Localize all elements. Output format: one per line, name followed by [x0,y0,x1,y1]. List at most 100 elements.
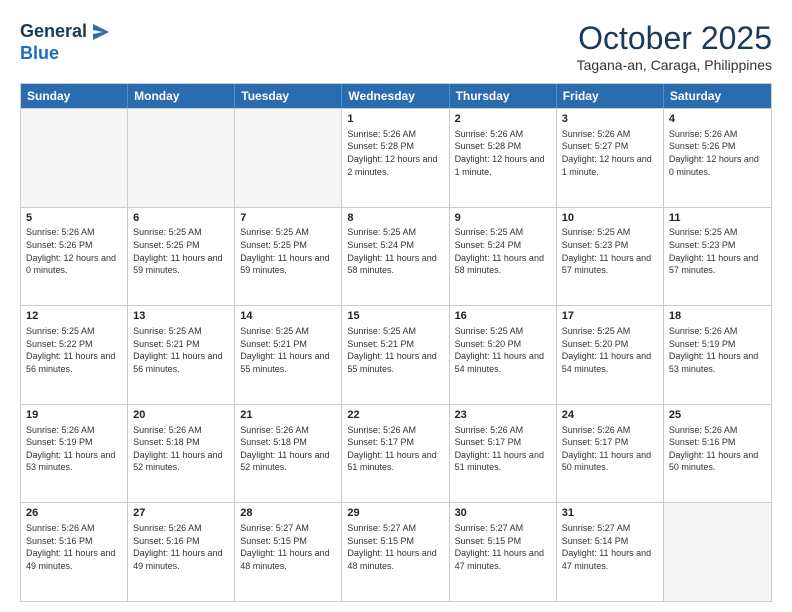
sunset-text: Sunset: 5:21 PM [347,338,443,351]
day-cell-28: 28Sunrise: 5:27 AMSunset: 5:15 PMDayligh… [235,503,342,601]
day-cell-10: 10Sunrise: 5:25 AMSunset: 5:23 PMDayligh… [557,208,664,306]
day-number: 15 [347,309,443,324]
sunset-text: Sunset: 5:17 PM [347,436,443,449]
logo-general: General [20,22,87,42]
sunrise-text: Sunrise: 5:25 AM [455,226,551,239]
sunset-text: Sunset: 5:25 PM [240,239,336,252]
daylight-text: Daylight: 11 hours and 53 minutes. [26,449,122,474]
sunrise-text: Sunrise: 5:25 AM [240,226,336,239]
day-number: 25 [669,408,766,423]
daylight-text: Daylight: 11 hours and 48 minutes. [347,547,443,572]
daylight-text: Daylight: 11 hours and 54 minutes. [455,350,551,375]
day-cell-3: 3Sunrise: 5:26 AMSunset: 5:27 PMDaylight… [557,109,664,207]
location: Tagana-an, Caraga, Philippines [577,57,772,73]
sunset-text: Sunset: 5:15 PM [455,535,551,548]
sunset-text: Sunset: 5:24 PM [347,239,443,252]
sunrise-text: Sunrise: 5:26 AM [455,424,551,437]
day-number: 14 [240,309,336,324]
daylight-text: Daylight: 11 hours and 47 minutes. [455,547,551,572]
day-cell-29: 29Sunrise: 5:27 AMSunset: 5:15 PMDayligh… [342,503,449,601]
logo-icon [89,20,113,44]
daylight-text: Daylight: 11 hours and 48 minutes. [240,547,336,572]
day-cell-14: 14Sunrise: 5:25 AMSunset: 5:21 PMDayligh… [235,306,342,404]
sunset-text: Sunset: 5:20 PM [455,338,551,351]
day-number: 31 [562,506,658,521]
day-number: 2 [455,112,551,127]
sunset-text: Sunset: 5:28 PM [347,140,443,153]
day-cell-empty [235,109,342,207]
day-number: 30 [455,506,551,521]
day-cell-6: 6Sunrise: 5:25 AMSunset: 5:25 PMDaylight… [128,208,235,306]
sunset-text: Sunset: 5:17 PM [562,436,658,449]
day-number: 20 [133,408,229,423]
daylight-text: Daylight: 11 hours and 55 minutes. [347,350,443,375]
sunrise-text: Sunrise: 5:26 AM [347,128,443,141]
daylight-text: Daylight: 11 hours and 53 minutes. [669,350,766,375]
day-cell-13: 13Sunrise: 5:25 AMSunset: 5:21 PMDayligh… [128,306,235,404]
day-number: 21 [240,408,336,423]
daylight-text: Daylight: 11 hours and 54 minutes. [562,350,658,375]
logo: General Blue [20,20,113,64]
sunset-text: Sunset: 5:20 PM [562,338,658,351]
week-row-1: 1Sunrise: 5:26 AMSunset: 5:28 PMDaylight… [21,108,771,207]
sunset-text: Sunset: 5:14 PM [562,535,658,548]
day-cell-27: 27Sunrise: 5:26 AMSunset: 5:16 PMDayligh… [128,503,235,601]
day-number: 1 [347,112,443,127]
day-cell-1: 1Sunrise: 5:26 AMSunset: 5:28 PMDaylight… [342,109,449,207]
day-number: 5 [26,211,122,226]
day-number: 12 [26,309,122,324]
day-cell-18: 18Sunrise: 5:26 AMSunset: 5:19 PMDayligh… [664,306,771,404]
day-cell-empty [21,109,128,207]
day-number: 24 [562,408,658,423]
sunrise-text: Sunrise: 5:27 AM [240,522,336,535]
page: General Blue October 2025 Tagana-an, Car… [0,0,792,612]
day-number: 16 [455,309,551,324]
daylight-text: Daylight: 12 hours and 1 minute. [562,153,658,178]
header-cell-monday: Monday [128,84,235,108]
sunset-text: Sunset: 5:27 PM [562,140,658,153]
sunrise-text: Sunrise: 5:26 AM [133,424,229,437]
sunset-text: Sunset: 5:16 PM [133,535,229,548]
day-number: 27 [133,506,229,521]
day-cell-16: 16Sunrise: 5:25 AMSunset: 5:20 PMDayligh… [450,306,557,404]
sunrise-text: Sunrise: 5:25 AM [455,325,551,338]
sunset-text: Sunset: 5:26 PM [26,239,122,252]
sunrise-text: Sunrise: 5:25 AM [347,226,443,239]
daylight-text: Daylight: 11 hours and 47 minutes. [562,547,658,572]
day-number: 22 [347,408,443,423]
daylight-text: Daylight: 11 hours and 59 minutes. [240,252,336,277]
sunrise-text: Sunrise: 5:27 AM [562,522,658,535]
day-cell-24: 24Sunrise: 5:26 AMSunset: 5:17 PMDayligh… [557,405,664,503]
day-cell-15: 15Sunrise: 5:25 AMSunset: 5:21 PMDayligh… [342,306,449,404]
day-cell-30: 30Sunrise: 5:27 AMSunset: 5:15 PMDayligh… [450,503,557,601]
sunset-text: Sunset: 5:21 PM [240,338,336,351]
calendar-header: SundayMondayTuesdayWednesdayThursdayFrid… [21,84,771,108]
week-row-2: 5Sunrise: 5:26 AMSunset: 5:26 PMDaylight… [21,207,771,306]
sunset-text: Sunset: 5:24 PM [455,239,551,252]
calendar-body: 1Sunrise: 5:26 AMSunset: 5:28 PMDaylight… [21,108,771,601]
sunrise-text: Sunrise: 5:25 AM [562,325,658,338]
daylight-text: Daylight: 11 hours and 58 minutes. [347,252,443,277]
daylight-text: Daylight: 11 hours and 51 minutes. [347,449,443,474]
day-cell-31: 31Sunrise: 5:27 AMSunset: 5:14 PMDayligh… [557,503,664,601]
day-number: 6 [133,211,229,226]
sunrise-text: Sunrise: 5:26 AM [26,226,122,239]
daylight-text: Daylight: 12 hours and 0 minutes. [26,252,122,277]
sunset-text: Sunset: 5:23 PM [562,239,658,252]
daylight-text: Daylight: 11 hours and 49 minutes. [26,547,122,572]
sunrise-text: Sunrise: 5:25 AM [133,325,229,338]
week-row-5: 26Sunrise: 5:26 AMSunset: 5:16 PMDayligh… [21,502,771,601]
sunset-text: Sunset: 5:22 PM [26,338,122,351]
daylight-text: Daylight: 11 hours and 57 minutes. [562,252,658,277]
day-number: 3 [562,112,658,127]
day-cell-26: 26Sunrise: 5:26 AMSunset: 5:16 PMDayligh… [21,503,128,601]
day-number: 23 [455,408,551,423]
sunrise-text: Sunrise: 5:26 AM [669,325,766,338]
sunset-text: Sunset: 5:15 PM [347,535,443,548]
day-number: 18 [669,309,766,324]
header-cell-friday: Friday [557,84,664,108]
sunrise-text: Sunrise: 5:26 AM [240,424,336,437]
sunrise-text: Sunrise: 5:26 AM [562,128,658,141]
sunrise-text: Sunrise: 5:25 AM [347,325,443,338]
calendar: SundayMondayTuesdayWednesdayThursdayFrid… [20,83,772,602]
